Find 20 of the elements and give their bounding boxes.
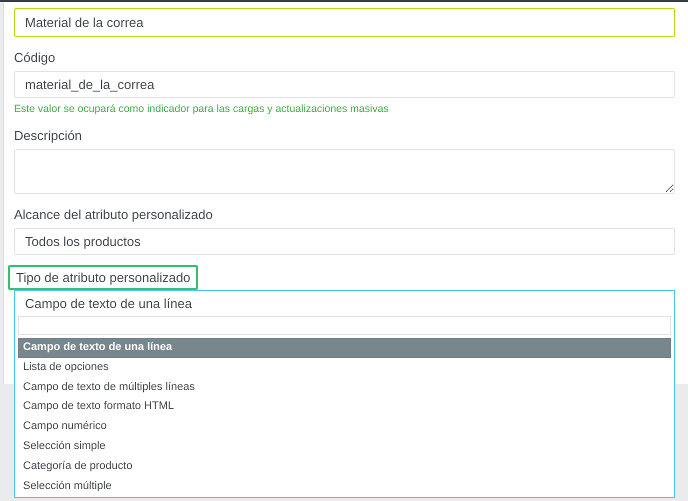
dropdown-option[interactable]: Campo de texto formato HTML (18, 397, 671, 418)
name-field[interactable]: Material de la correa (14, 8, 675, 37)
dropdown-option[interactable]: Lista de opciones (18, 358, 671, 378)
description-field[interactable] (14, 149, 675, 194)
type-dropdown[interactable] (14, 290, 675, 498)
field-label: Descripción (14, 128, 83, 143)
hint-text: Este valor se ocupará como indicador para las cargas y actualizaciones masivas (14, 103, 390, 115)
dropdown-option[interactable]: Campo de texto de una línea (18, 338, 671, 358)
field-label: Alcance del atributo personalizado (14, 207, 214, 222)
field-label: Tipo de atributo personalizado (8, 265, 198, 290)
scope-select[interactable]: Todos los productos (14, 228, 675, 255)
dropdown-option[interactable]: Selección simple (18, 436, 671, 457)
search-field[interactable] (18, 316, 671, 335)
selected-value: Campo de texto de una línea (24, 295, 193, 313)
dropdown-option[interactable]: Campo de texto de múltiples líneas (18, 378, 671, 398)
field-label: Código (14, 50, 56, 65)
dropdown-option[interactable]: Selección múltiple (18, 476, 671, 496)
dropdown-option[interactable]: Campo numérico (18, 417, 671, 437)
dropdown-option[interactable]: Categoría de producto (18, 456, 671, 477)
code-field[interactable]: material_de_la_correa (14, 71, 675, 98)
